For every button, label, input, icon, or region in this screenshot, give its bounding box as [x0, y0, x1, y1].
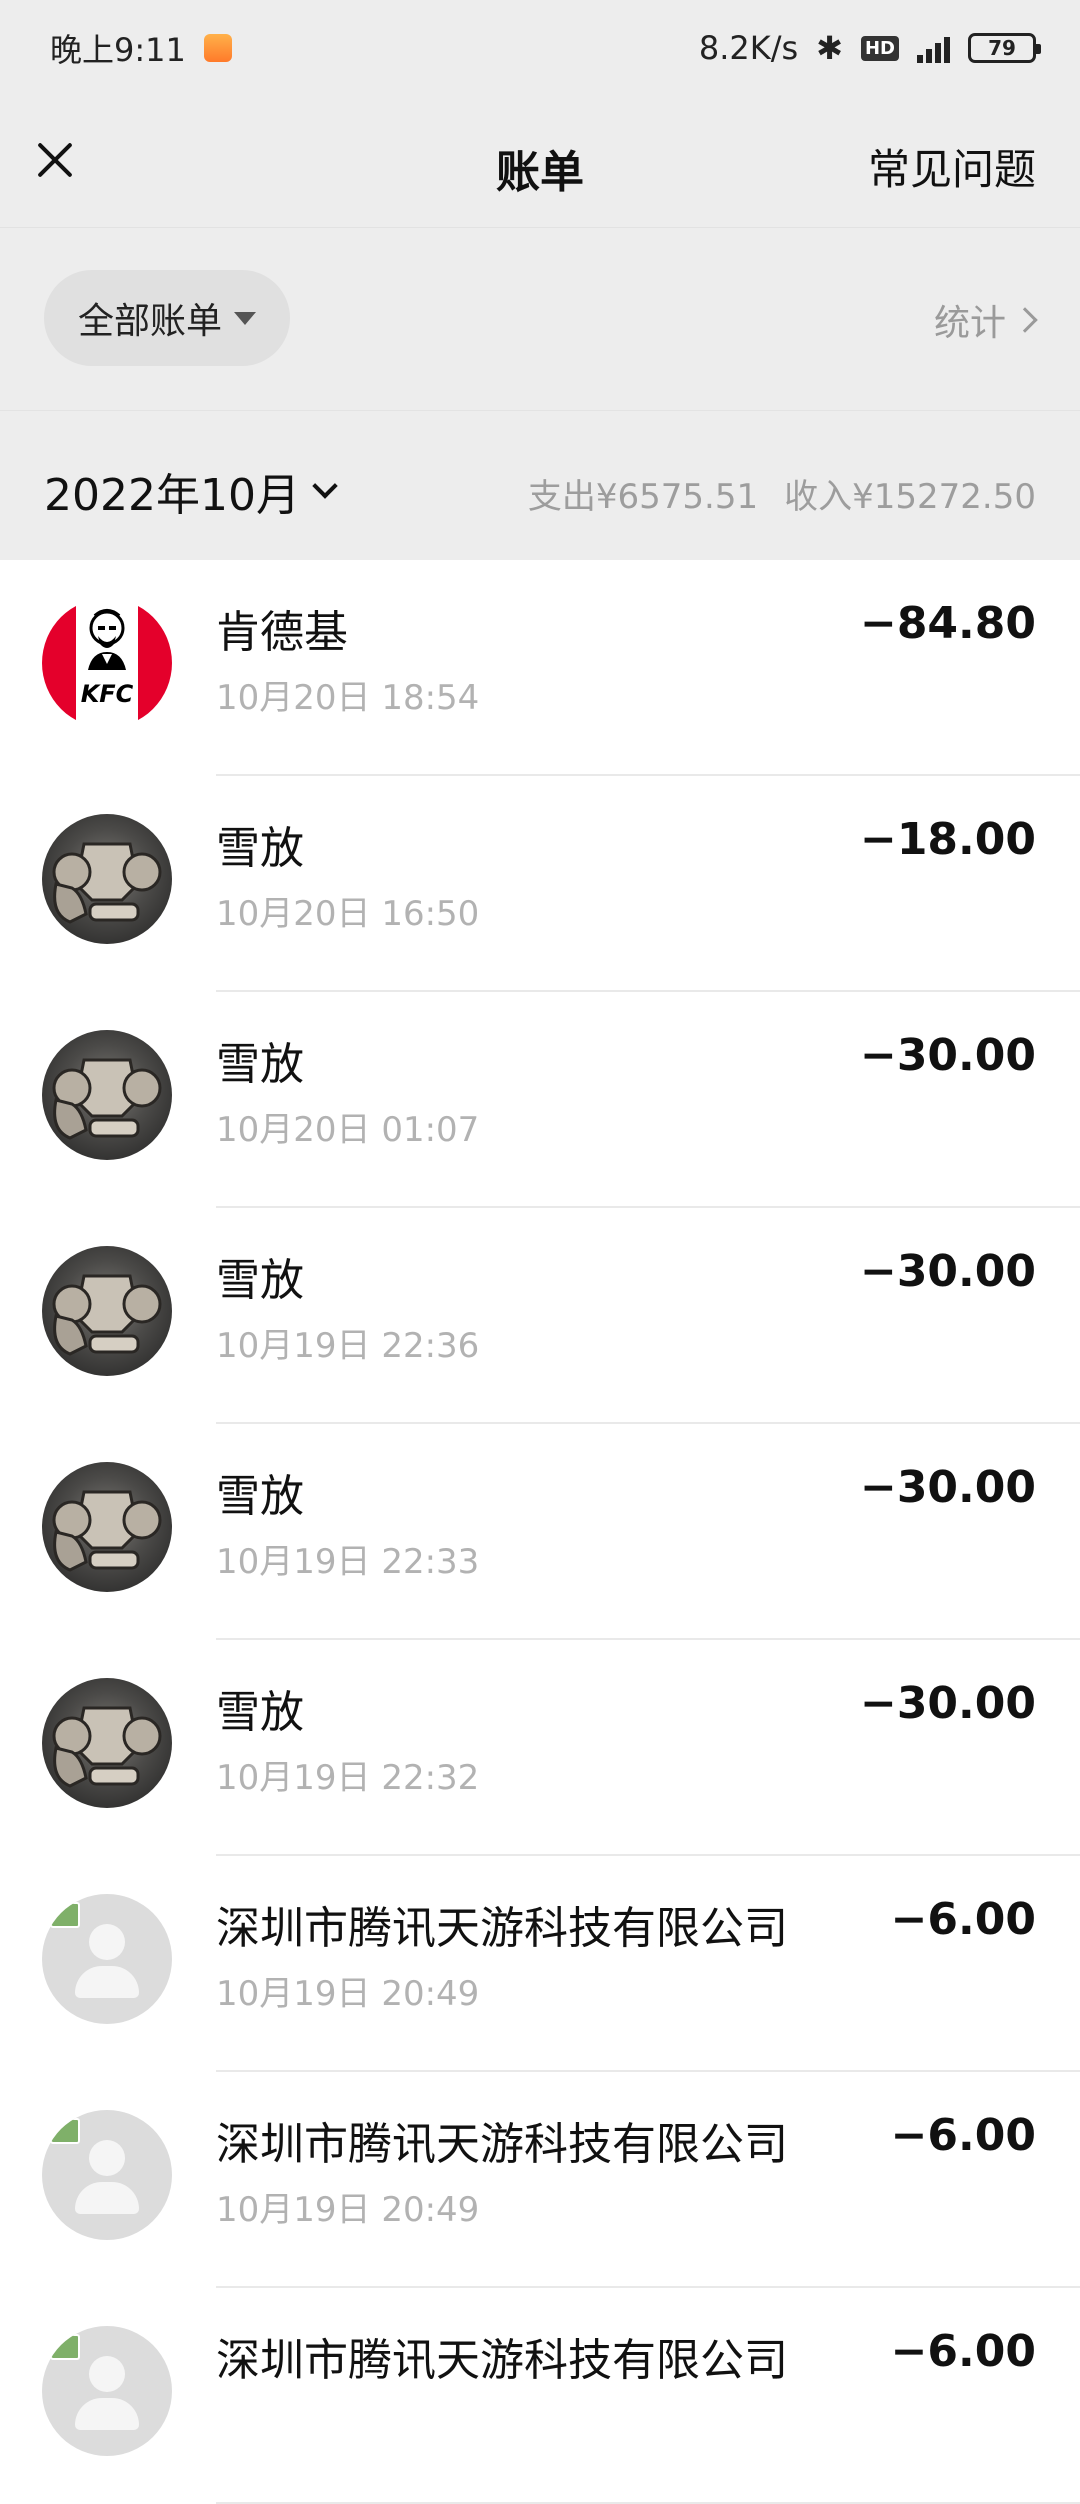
- transaction-name: 深圳市腾讯天游科技有限公司: [216, 2119, 788, 2170]
- transaction-row[interactable]: 雪放 10月19日 22:33 −30.00: [0, 1424, 1080, 1640]
- status-right: 8.2K/s ✱ HD 79: [698, 29, 1041, 67]
- default-user-avatar: [42, 2110, 172, 2240]
- transaction-time: 10月20日 01:07: [216, 1110, 480, 1150]
- transaction-amount: −30.00: [859, 1246, 1036, 1297]
- transaction-time: 10月19日 22:33: [216, 1542, 480, 1582]
- armor-icon: [52, 1274, 162, 1356]
- transaction-amount: −6.00: [890, 2110, 1036, 2161]
- transaction-time: 10月19日 22:36: [216, 1326, 480, 1366]
- transaction-time: 10月19日 20:49: [216, 2190, 480, 2230]
- status-bar: 晚上9:11 8.2K/s ✱ HD 79: [0, 0, 1080, 96]
- transaction-name: 雪放: [216, 823, 304, 874]
- broken-image-icon: [50, 2334, 80, 2360]
- network-speed: 8.2K/s: [698, 29, 799, 67]
- month-label: 2022年10月: [44, 470, 300, 521]
- default-user-avatar: [42, 2326, 172, 2456]
- close-button[interactable]: [30, 136, 78, 184]
- battery-level: 79: [988, 36, 1016, 60]
- status-left: 晚上9:11: [50, 25, 232, 71]
- transaction-name: 雪放: [216, 1687, 304, 1738]
- transaction-name: 深圳市腾讯天游科技有限公司: [216, 2335, 788, 2386]
- armor-icon: [52, 842, 162, 924]
- broken-image-icon: [50, 2118, 80, 2144]
- transaction-amount: −18.00: [859, 814, 1036, 865]
- transaction-row[interactable]: KFC 肯德基 10月20日 18:54 −84.80: [0, 560, 1080, 776]
- bill-filter-button[interactable]: 全部账单: [44, 270, 290, 366]
- armor-icon: [52, 1706, 162, 1788]
- caret-down-icon: [234, 311, 256, 325]
- transaction-row[interactable]: 雪放 10月19日 22:32 −30.00: [0, 1640, 1080, 1856]
- armor-avatar: [42, 1246, 172, 1376]
- kfc-logo-text: KFC: [80, 680, 134, 708]
- transaction-row[interactable]: 雪放 10月20日 01:07 −30.00: [0, 992, 1080, 1208]
- expense-total: 支出¥6575.51: [527, 477, 759, 517]
- transaction-row[interactable]: 深圳市腾讯天游科技有限公司 −6.00: [0, 2288, 1080, 2504]
- armor-icon: [52, 1490, 162, 1572]
- chevron-down-icon: [312, 473, 338, 499]
- armor-avatar: [42, 1030, 172, 1160]
- nav-bar: 账单 常见问题: [0, 96, 1080, 228]
- transaction-time: 10月20日 16:50: [216, 894, 480, 934]
- signal-icon: [917, 33, 950, 63]
- month-summary-row: 2022年10月 支出¥6575.51 收入¥15272.50: [0, 410, 1080, 560]
- transaction-amount: −84.80: [859, 598, 1036, 649]
- armor-icon: [52, 1058, 162, 1140]
- transaction-name: 雪放: [216, 1471, 304, 1522]
- transaction-time: 10月20日 18:54: [216, 678, 480, 718]
- default-user-avatar: [42, 1894, 172, 2024]
- transaction-amount: −30.00: [859, 1678, 1036, 1729]
- chevron-right-icon: [1012, 307, 1038, 333]
- hd-icon: HD: [860, 35, 899, 61]
- armor-avatar: [42, 814, 172, 944]
- transaction-list: KFC 肯德基 10月20日 18:54 −84.80 雪放 10月20日 16…: [0, 560, 1080, 2504]
- transaction-amount: −30.00: [859, 1030, 1036, 1081]
- colonel-logo-icon: [88, 609, 126, 670]
- armor-avatar: [42, 1678, 172, 1808]
- bluetooth-icon: ✱: [816, 29, 843, 67]
- month-totals: 支出¥6575.51 收入¥15272.50: [528, 469, 1036, 518]
- status-time: 晚上9:11: [50, 31, 186, 69]
- kfc-logo-avatar: KFC: [42, 598, 172, 728]
- transaction-row[interactable]: 深圳市腾讯天游科技有限公司 10月19日 20:49 −6.00: [0, 2072, 1080, 2288]
- transaction-name: 肯德基: [216, 607, 348, 658]
- battery-icon: 79: [968, 33, 1041, 63]
- filter-row: 全部账单 统计: [0, 228, 1080, 410]
- transaction-row[interactable]: 雪放 10月20日 16:50 −18.00: [0, 776, 1080, 992]
- income-total: 收入¥15272.50: [784, 477, 1036, 517]
- transaction-row[interactable]: 雪放 10月19日 22:36 −30.00: [0, 1208, 1080, 1424]
- transaction-time: 10月19日 22:32: [216, 1758, 480, 1798]
- transaction-row[interactable]: 深圳市腾讯天游科技有限公司 10月19日 20:49 −6.00: [0, 1856, 1080, 2072]
- armor-avatar: [42, 1462, 172, 1592]
- stats-label: 统计: [933, 303, 1006, 344]
- transaction-amount: −6.00: [890, 2326, 1036, 2377]
- transaction-name: 深圳市腾讯天游科技有限公司: [216, 1903, 788, 1954]
- app-notification-icon: [203, 34, 232, 62]
- month-selector[interactable]: 2022年10月: [44, 459, 338, 523]
- transaction-name: 雪放: [216, 1255, 304, 1306]
- broken-image-icon: [50, 1902, 80, 1928]
- stats-link[interactable]: 统计: [933, 294, 1038, 346]
- transaction-amount: −30.00: [859, 1462, 1036, 1513]
- transaction-name: 雪放: [216, 1039, 304, 1090]
- transaction-amount: −6.00: [890, 1894, 1036, 1945]
- faq-link[interactable]: 常见问题: [868, 136, 1036, 197]
- filter-label: 全部账单: [77, 301, 222, 342]
- transaction-time: 10月19日 20:49: [216, 1974, 480, 2014]
